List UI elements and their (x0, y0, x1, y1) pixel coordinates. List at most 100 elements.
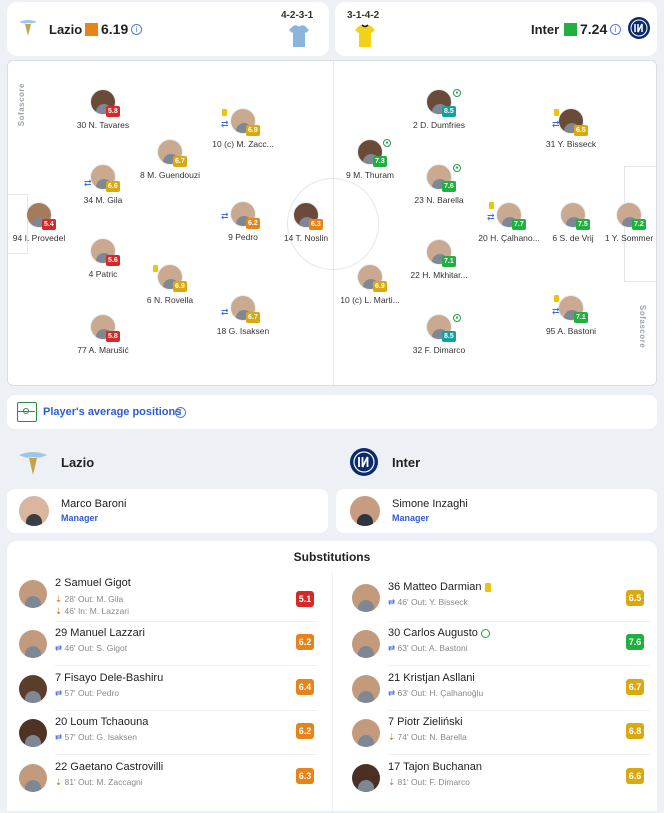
sub-row-home-2[interactable]: 7 Fisayo Dele-Bashiru ⇄ 57' Out: Pedro 6… (17, 669, 317, 713)
home-manager-role: Manager (61, 513, 99, 523)
sub-row-away-2[interactable]: 21 Kristjan Asllani ⇄ 63' Out: H. Çalhan… (350, 669, 650, 713)
yellow-card-icon (153, 265, 158, 272)
player-isaksen[interactable]: 6.7 18 G. Isaksen (188, 295, 298, 336)
info-icon[interactable]: i (175, 407, 186, 418)
substitution-icon: ⇄ (552, 306, 560, 316)
home-manager-name: Marco Baroni (61, 498, 127, 510)
sub-out-icon: ⇣ (388, 732, 396, 742)
substitution-icon: ⇄ (221, 307, 229, 317)
inter-logo-icon (349, 447, 379, 477)
player-provedel[interactable]: 5.4 94 I. Provedel (8, 202, 94, 243)
away-team-bar: 3-1-4-2 Inter 7.24 i (335, 2, 657, 56)
player-bisseck[interactable]: 6.5 31 Y. Bisseck (516, 108, 626, 149)
pitch-icon (17, 402, 37, 422)
sub-row-away-1[interactable]: 30 Carlos Augusto ⇄ 63' Out: A. Bastoni … (350, 624, 650, 668)
player-bastoni[interactable]: 7.1 95 A. Bastoni (516, 295, 626, 336)
goal-icon: ● (453, 164, 461, 172)
substitutions-panel: Substitutions 2 Samuel Gigot ⇣ 28' Out: … (7, 541, 657, 813)
home-formation: 4-2-3-1 (281, 10, 314, 21)
rating-badge: 6.6 (626, 768, 644, 784)
home-team-name: Lazio (49, 22, 83, 37)
sub-row-away-4[interactable]: 17 Tajon Buchanan ⇣ 81' Out: F. Dimarco … (350, 758, 650, 802)
sub-row-away-0[interactable]: 36 Matteo Darmian ⇄ 46' Out: Y. Bisseck … (350, 578, 650, 622)
substitution-icon: ⇄ (552, 119, 560, 129)
pitch: Sofascore Sofascore 5.4 94 I. Provedel 5… (7, 60, 657, 386)
average-positions-button[interactable]: Player's average positions i (7, 395, 657, 429)
goal-icon: ● (383, 139, 391, 147)
rating-badge: 6.5 (626, 590, 644, 606)
sub-in-icon: ⇣ (55, 606, 63, 616)
away-manager-name: Simone Inzaghi (392, 498, 468, 510)
lazio-logo-icon (18, 448, 48, 476)
avatar (19, 764, 47, 792)
avatar (352, 630, 380, 658)
rating-badge: 6.2 (296, 723, 314, 739)
sofascore-watermark: Sofascore (17, 83, 26, 127)
substitution-icon: ⇄ (84, 178, 92, 188)
avatar (352, 719, 380, 747)
avatar (19, 675, 47, 703)
player-marusic[interactable]: 5.8 77 A. Marušić (48, 314, 158, 355)
rating-badge: 6.3 (296, 768, 314, 784)
substitution-icon: ⇄ (221, 211, 229, 221)
sofascore-watermark: Sofascore (638, 305, 647, 349)
average-positions-label: Player's average positions (43, 406, 182, 418)
away-kit-icon (353, 24, 377, 48)
away-team-name: Inter (531, 22, 560, 37)
player-zaccagni[interactable]: 6.9 10 (c) M. Zacc... (188, 108, 298, 149)
home-rating-box (85, 23, 98, 36)
away-team-title: Inter (392, 455, 421, 470)
rating-badge: 5.1 (296, 591, 314, 607)
avatar (350, 496, 380, 526)
sub-out-icon: ⇣ (388, 777, 396, 787)
sub-out-icon: ⇣ (55, 594, 63, 604)
yellow-card-icon (554, 109, 559, 116)
sub-row-home-4[interactable]: 22 Gaetano Castrovilli ⇣ 81' Out: M. Zac… (17, 758, 317, 802)
substitution-icon: ⇄ (388, 597, 396, 607)
avatar (19, 496, 49, 526)
substitution-icon: ⇄ (388, 688, 396, 698)
rating-badge: 6.7 (626, 679, 644, 695)
away-team-rating: 7.24 (580, 21, 608, 37)
substitution-icon: ⇄ (55, 643, 63, 653)
sub-row-home-0[interactable]: 2 Samuel Gigot ⇣ 28' Out: M. Gila ⇣ 46' … (17, 574, 317, 618)
home-team-title: Lazio (61, 455, 95, 470)
avatar (352, 584, 380, 612)
player-martinez[interactable]: 6.9 10 (c) L. Marti... (315, 264, 425, 305)
yellow-card-icon (484, 582, 491, 592)
substitution-icon: ⇄ (388, 643, 396, 653)
rating-badge: 6.8 (626, 723, 644, 739)
sub-row-away-3[interactable]: 7 Piotr Zieliński ⇣ 74' Out: N. Barella … (350, 713, 650, 757)
avatar (19, 630, 47, 658)
player-dumfries[interactable]: 8.5 2 D. Dumfries (384, 89, 494, 130)
away-formation: 3-1-4-2 (347, 10, 380, 21)
sub-row-home-1[interactable]: 29 Manuel Lazzari ⇄ 46' Out: S. Gigot 6.… (17, 624, 317, 668)
avatar (352, 675, 380, 703)
sub-row-home-3[interactable]: 20 Loum Tchaouna ⇄ 57' Out: G. Isaksen 6… (17, 713, 317, 757)
rating-badge: 6.2 (296, 634, 314, 650)
goal-icon (480, 628, 490, 638)
player-noslin[interactable]: 6.3 14 T. Noslin (251, 202, 361, 243)
yellow-card-icon (222, 109, 227, 116)
rating-badge: 7.6 (626, 634, 644, 650)
home-manager-card[interactable]: Marco Baroni Manager (7, 489, 328, 533)
away-manager-card[interactable]: Simone Inzaghi Manager (336, 489, 657, 533)
avatar (19, 580, 47, 608)
player-sommer[interactable]: 7.2 1 Y. Sommer (574, 202, 656, 243)
goal-icon: ● (453, 314, 461, 322)
inter-logo-icon (627, 16, 651, 40)
rating-badge: 6.4 (296, 679, 314, 695)
away-manager-role: Manager (392, 513, 430, 523)
sub-out-icon: ⇣ (55, 777, 63, 787)
avatar (352, 764, 380, 792)
home-kit-icon (287, 24, 311, 48)
yellow-card-icon (554, 295, 559, 302)
player-dimarco[interactable]: 8.5 32 F. Dimarco (384, 314, 494, 355)
info-icon[interactable]: i (131, 24, 142, 35)
player-tavares[interactable]: 5.8 30 N. Tavares (48, 89, 158, 130)
home-team-rating: 6.19 (101, 21, 129, 37)
lazio-logo-icon (17, 16, 39, 38)
home-team-bar: Lazio 6.19 i 4-2-3-1 (7, 2, 329, 56)
player-barella[interactable]: 7.6 23 N. Barella (384, 164, 494, 205)
info-icon[interactable]: i (610, 24, 621, 35)
